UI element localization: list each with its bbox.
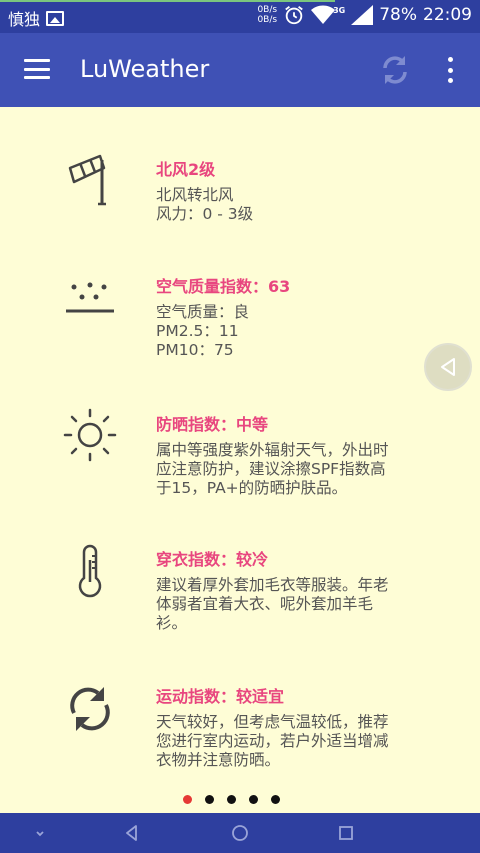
menu-icon-line — [24, 59, 50, 62]
status-bar: 慎独 0B/s 0B/s 3G 78% 22:09 — [0, 0, 480, 33]
status-carrier: 慎独 — [8, 10, 41, 29]
air-quality-icon — [66, 282, 114, 313]
sport-line-3: 衣物并注意防晒。 — [156, 751, 281, 769]
dressing-line-3: 衫。 — [156, 614, 188, 632]
menu-icon-line — [24, 76, 50, 79]
image-notification-icon — [46, 10, 65, 26]
sunscreen-title: 防晒指数：中等 — [156, 415, 269, 434]
more-dot — [447, 57, 453, 62]
aqi-details: 空气质量：良 PM2.5：11 PM10：75 — [156, 303, 426, 360]
more-dot — [447, 67, 453, 73]
status-progress-line — [0, 0, 335, 2]
sun-icon — [63, 408, 117, 462]
dressing-details: 建议着厚外套加毛衣等服装。年老 体弱者宜着大衣、呢外套加羊毛 衫。 — [156, 576, 426, 633]
sunscreen-details: 属中等强度紫外辐射天气，外出时 应注意防护，建议涂擦SPF指数高 于15，PA+… — [156, 441, 426, 498]
status-left: 慎独 — [8, 6, 65, 30]
status-right: 0B/s 0B/s 3G 78% 22:09 — [257, 4, 472, 26]
wind-force: 风力：0 - 3级 — [156, 205, 254, 223]
more-options-button[interactable] — [443, 57, 457, 83]
battery-level: 78% — [379, 5, 417, 25]
signal-icon — [351, 5, 374, 25]
sport-line-2: 您进行室内运动，若户外适当增减 — [156, 732, 389, 750]
menu-icon-line — [24, 67, 50, 71]
aqi-pm10: PM10：75 — [156, 341, 234, 359]
wind-details: 北风转北风 风力：0 - 3级 — [156, 186, 426, 224]
windsock-icon — [68, 154, 106, 206]
aqi-title: 空气质量指数：63 — [156, 277, 291, 296]
wind-title: 北风2级 — [156, 160, 216, 179]
dressing-line-1: 建议着厚外套加毛衣等服装。年老 — [156, 576, 389, 594]
aqi-pm25: PM2.5：11 — [156, 322, 239, 340]
menu-button[interactable] — [24, 59, 50, 79]
hide-keyboard-button[interactable] — [28, 821, 52, 845]
triangle-left-icon — [441, 358, 455, 376]
wind-direction: 北风转北风 — [156, 186, 234, 204]
navigation-bar — [0, 813, 480, 853]
dressing-line-2: 体弱者宜着大衣、呢外套加羊毛 — [156, 595, 374, 613]
sync-icon — [70, 687, 110, 731]
aqi-quality: 空气质量：良 — [156, 303, 250, 321]
sport-details: 天气较好，但考虑气温较低，推荐 您进行室内运动，若户外适当增减 衣物并注意防晒。 — [156, 713, 426, 770]
page-indicator — [183, 795, 280, 804]
net-speed-down: 0B/s — [257, 15, 278, 25]
net-speed: 0B/s 0B/s — [257, 5, 277, 25]
net-speed-up: 0B/s — [257, 5, 278, 15]
page-dot-5[interactable] — [271, 795, 280, 804]
sunscreen-line-3: 于15，PA+的防晒护肤品。 — [156, 479, 348, 497]
refresh-button[interactable] — [378, 53, 412, 87]
recents-button[interactable] — [334, 821, 358, 845]
more-dot — [447, 78, 453, 83]
sport-title: 运动指数：较适宜 — [156, 687, 285, 706]
floating-back-button[interactable] — [424, 343, 472, 391]
thermometer-icon — [78, 544, 102, 598]
page-dot-4[interactable] — [249, 795, 258, 804]
page-dot-1[interactable] — [183, 795, 192, 804]
network-type: 3G — [333, 5, 346, 15]
page-dot-3[interactable] — [227, 795, 236, 804]
app-bar: LuWeather — [0, 33, 480, 107]
app-title: LuWeather — [80, 55, 210, 83]
sunscreen-line-1: 属中等强度紫外辐射天气，外出时 — [156, 441, 389, 459]
home-button[interactable] — [228, 821, 252, 845]
dressing-title: 穿衣指数：较冷 — [156, 550, 269, 569]
sport-line-1: 天气较好，但考虑气温较低，推荐 — [156, 713, 389, 731]
sunscreen-line-2: 应注意防护，建议涂擦SPF指数高 — [156, 460, 386, 478]
alarm-icon — [285, 6, 303, 25]
clock: 22:09 — [423, 5, 472, 25]
wifi-icon — [311, 5, 336, 24]
back-button[interactable] — [120, 821, 144, 845]
page-dot-2[interactable] — [205, 795, 214, 804]
